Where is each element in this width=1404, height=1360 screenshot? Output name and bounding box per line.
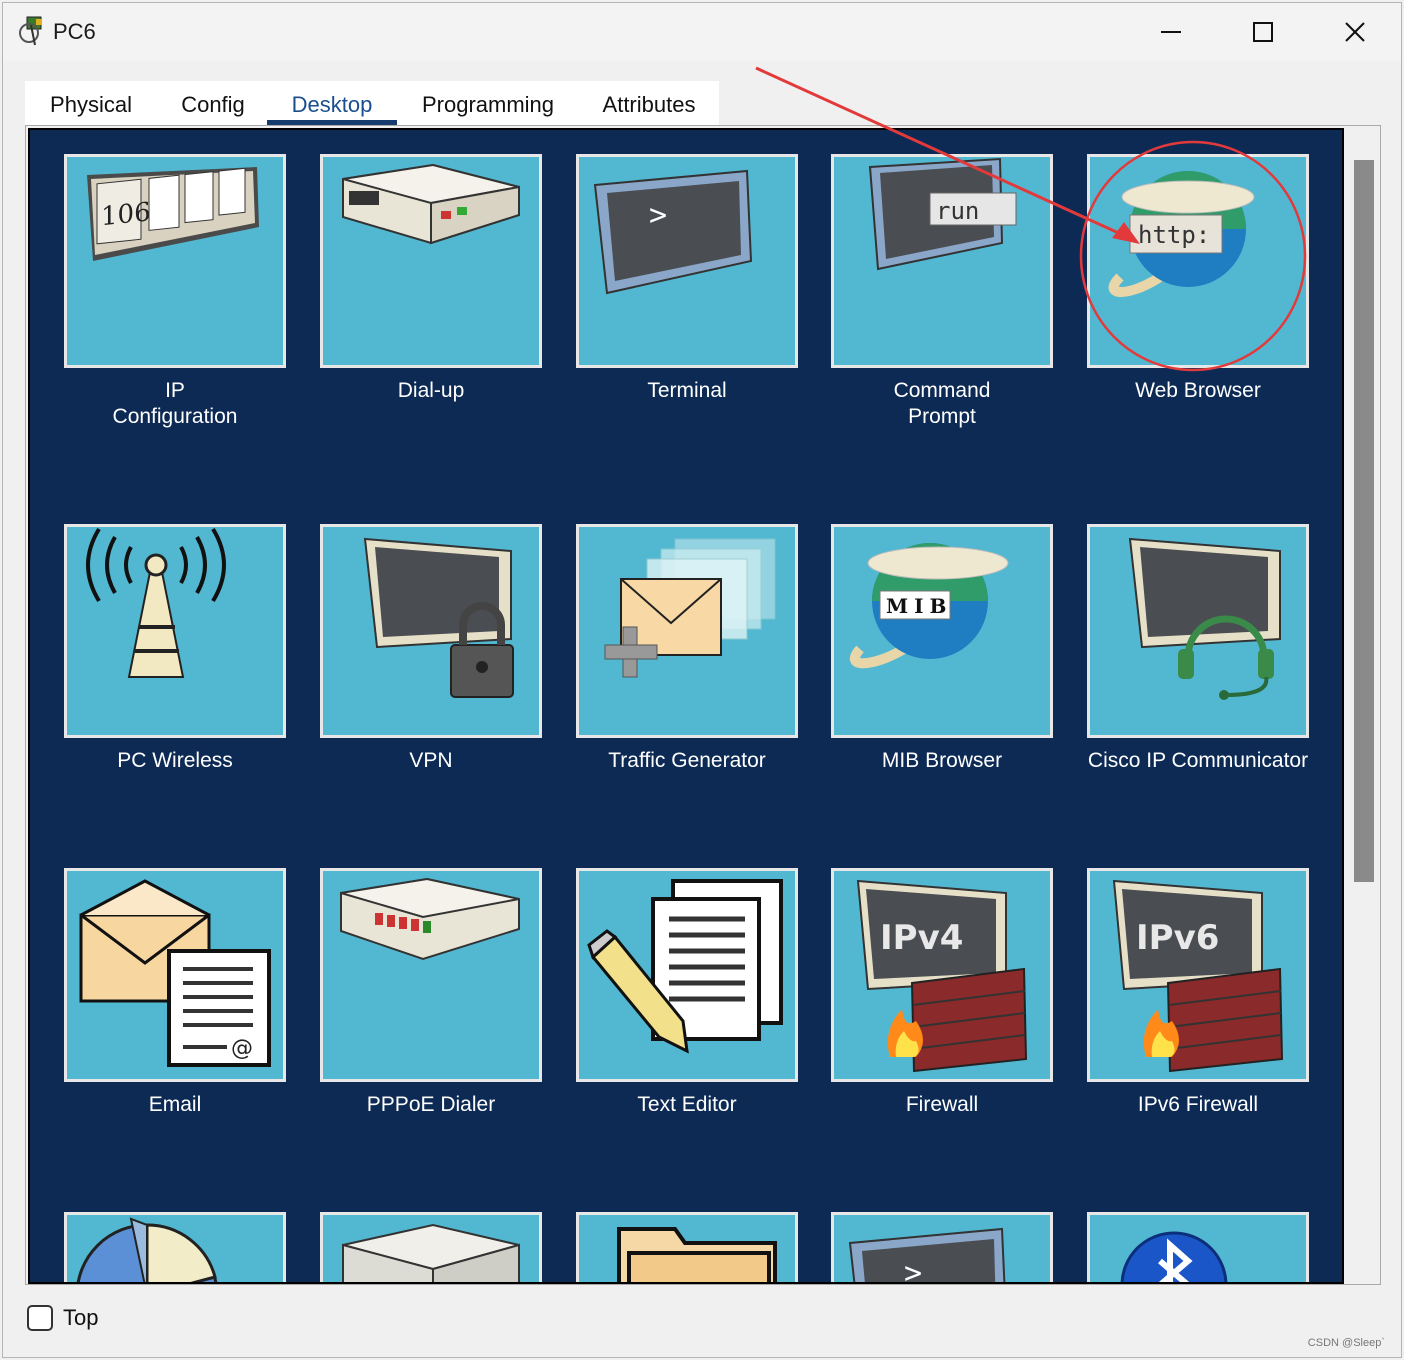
tab-attributes[interactable]: Attributes: [587, 81, 711, 127]
app-label: Web Browser: [1135, 379, 1261, 402]
mib-browser-icon: MIB: [831, 524, 1053, 738]
folder-icon: [576, 1212, 798, 1282]
vertical-scrollbar-thumb[interactable]: [1354, 160, 1374, 882]
svg-text:106: 106: [101, 197, 151, 232]
tab-desktop[interactable]: Desktop: [267, 81, 397, 127]
pie-chart-icon: [64, 1212, 286, 1282]
app-label: IPv6 Firewall: [1137, 1093, 1259, 1116]
app-label: PC Wireless: [117, 749, 233, 772]
ipv6-firewall-icon: IPv6: [1087, 868, 1309, 1082]
tab-physical[interactable]: Physical: [25, 81, 157, 127]
watermark: CSDN @Sleep`: [1307, 1337, 1385, 1349]
app-label: IP Configuration: [112, 379, 238, 428]
app-label: Terminal: [647, 379, 727, 402]
tab-bar: Physical Config Desktop Programming Attr…: [25, 81, 719, 127]
traffic-generator-icon: [576, 524, 798, 738]
maximize-icon: [1253, 22, 1273, 42]
ip-configuration-icon: 106: [64, 154, 286, 368]
svg-text:@: @: [231, 1036, 253, 1061]
title-bar[interactable]: PC6: [3, 3, 1401, 61]
svg-text:MIB: MIB: [886, 594, 952, 618]
web-browser-icon: http:: [1087, 154, 1309, 368]
vpn-lock-icon: [320, 524, 542, 738]
app-label: MIB Browser: [881, 749, 1003, 772]
minimize-button[interactable]: [1125, 3, 1217, 61]
box-device-icon: [320, 1212, 542, 1282]
packet-tracer-app-icon: [19, 16, 42, 46]
terminal-icon: >: [576, 154, 798, 368]
desktop-panel: 106 IP Configuration Dial-up > Terminal …: [25, 125, 1381, 1285]
maximize-button[interactable]: [1217, 3, 1309, 61]
svg-text:IPv6: IPv6: [1136, 918, 1219, 958]
app-label: Cisco IP Communicator: [1087, 749, 1309, 772]
tab-config[interactable]: Config: [163, 81, 263, 127]
app-label: Email: [148, 1093, 202, 1116]
terminal-icon: >: [831, 1212, 1053, 1284]
bluetooth-icon: [1087, 1212, 1309, 1282]
app-label: Text Editor: [637, 1093, 737, 1116]
wireless-tower-icon: [64, 524, 286, 738]
svg-text:run: run: [936, 197, 979, 225]
command-prompt-icon: run: [831, 154, 1053, 368]
app-label: Firewall: [905, 1093, 979, 1116]
ip-communicator-headset-icon: [1087, 524, 1309, 738]
svg-text:>: >: [904, 1256, 922, 1284]
svg-text:IPv4: IPv4: [880, 918, 963, 958]
top-checkbox-label: Top: [63, 1305, 99, 1330]
window-title: PC6: [53, 19, 96, 44]
app-label: Dial-up: [397, 379, 465, 402]
top-checkbox[interactable]: [27, 1305, 53, 1331]
pc6-window: PC6 Physical Config Desktop Programming …: [2, 2, 1402, 1358]
close-button[interactable]: [1309, 3, 1401, 61]
tab-programming[interactable]: Programming: [405, 81, 571, 127]
app-label: Traffic Generator: [608, 749, 766, 772]
app-label: VPN: [409, 749, 453, 772]
app-label: PPPoE Dialer: [366, 1093, 496, 1116]
svg-text:http:: http:: [1138, 221, 1210, 249]
app-label: Command Prompt: [893, 379, 991, 428]
desktop-app-grid: 106 IP Configuration Dial-up > Terminal …: [28, 128, 1344, 1284]
pppoe-dialer-icon: [320, 868, 542, 1082]
text-editor-icon: [576, 868, 798, 1082]
dialup-modem-icon: [320, 154, 542, 368]
close-icon: [1345, 22, 1365, 42]
svg-text:>: >: [649, 198, 667, 233]
email-icon: @: [64, 868, 286, 1082]
ipv4-firewall-icon: IPv4: [831, 868, 1053, 1082]
minimize-icon: [1161, 31, 1181, 33]
